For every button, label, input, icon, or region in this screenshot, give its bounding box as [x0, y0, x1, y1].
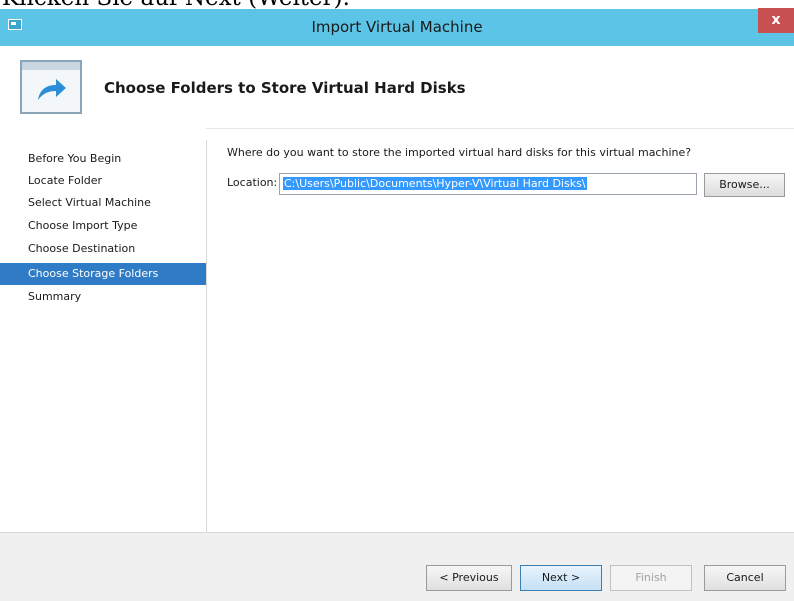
wizard-footer: < Previous Next > Finish Cancel	[0, 533, 794, 601]
page-title: Choose Folders to Store Virtual Hard Dis…	[104, 79, 466, 97]
location-value: C:\Users\Public\Documents\Hyper-V\Virtua…	[283, 177, 587, 190]
nav-item-before-you-begin[interactable]: Before You Begin	[0, 148, 206, 170]
nav-item-locate-folder[interactable]: Locate Folder	[0, 170, 206, 192]
content-panel: Where do you want to store the imported …	[207, 127, 794, 532]
wizard-header: Choose Folders to Store Virtual Hard Dis…	[0, 44, 794, 129]
next-button[interactable]: Next >	[520, 565, 602, 591]
nav-item-choose-import-type[interactable]: Choose Import Type	[0, 215, 206, 237]
location-label: Location:	[227, 176, 278, 189]
window-title: Import Virtual Machine	[311, 18, 483, 36]
previous-button[interactable]: < Previous	[426, 565, 512, 591]
nav-item-choose-storage-folders[interactable]: Choose Storage Folders	[0, 263, 206, 285]
browse-button[interactable]: Browse...	[704, 173, 785, 197]
close-button[interactable]: x	[758, 8, 794, 33]
location-input[interactable]: C:\Users\Public\Documents\Hyper-V\Virtua…	[279, 173, 697, 195]
finish-button[interactable]: Finish	[610, 565, 692, 591]
nav-item-choose-destination[interactable]: Choose Destination	[0, 238, 206, 260]
import-vm-wizard-window: Klicken Sie auf Next (Weiter). Import Vi…	[0, 0, 794, 601]
title-bar[interactable]: Import Virtual Machine x	[0, 8, 794, 44]
location-prompt: Where do you want to store the imported …	[227, 146, 692, 159]
nav-item-summary[interactable]: Summary	[0, 286, 206, 308]
wizard-arrow-icon	[20, 60, 82, 114]
cancel-button[interactable]: Cancel	[704, 565, 786, 591]
wizard-steps-nav: Before You Begin Locate Folder Select Vi…	[0, 127, 206, 532]
nav-item-select-virtual-machine[interactable]: Select Virtual Machine	[0, 192, 206, 214]
